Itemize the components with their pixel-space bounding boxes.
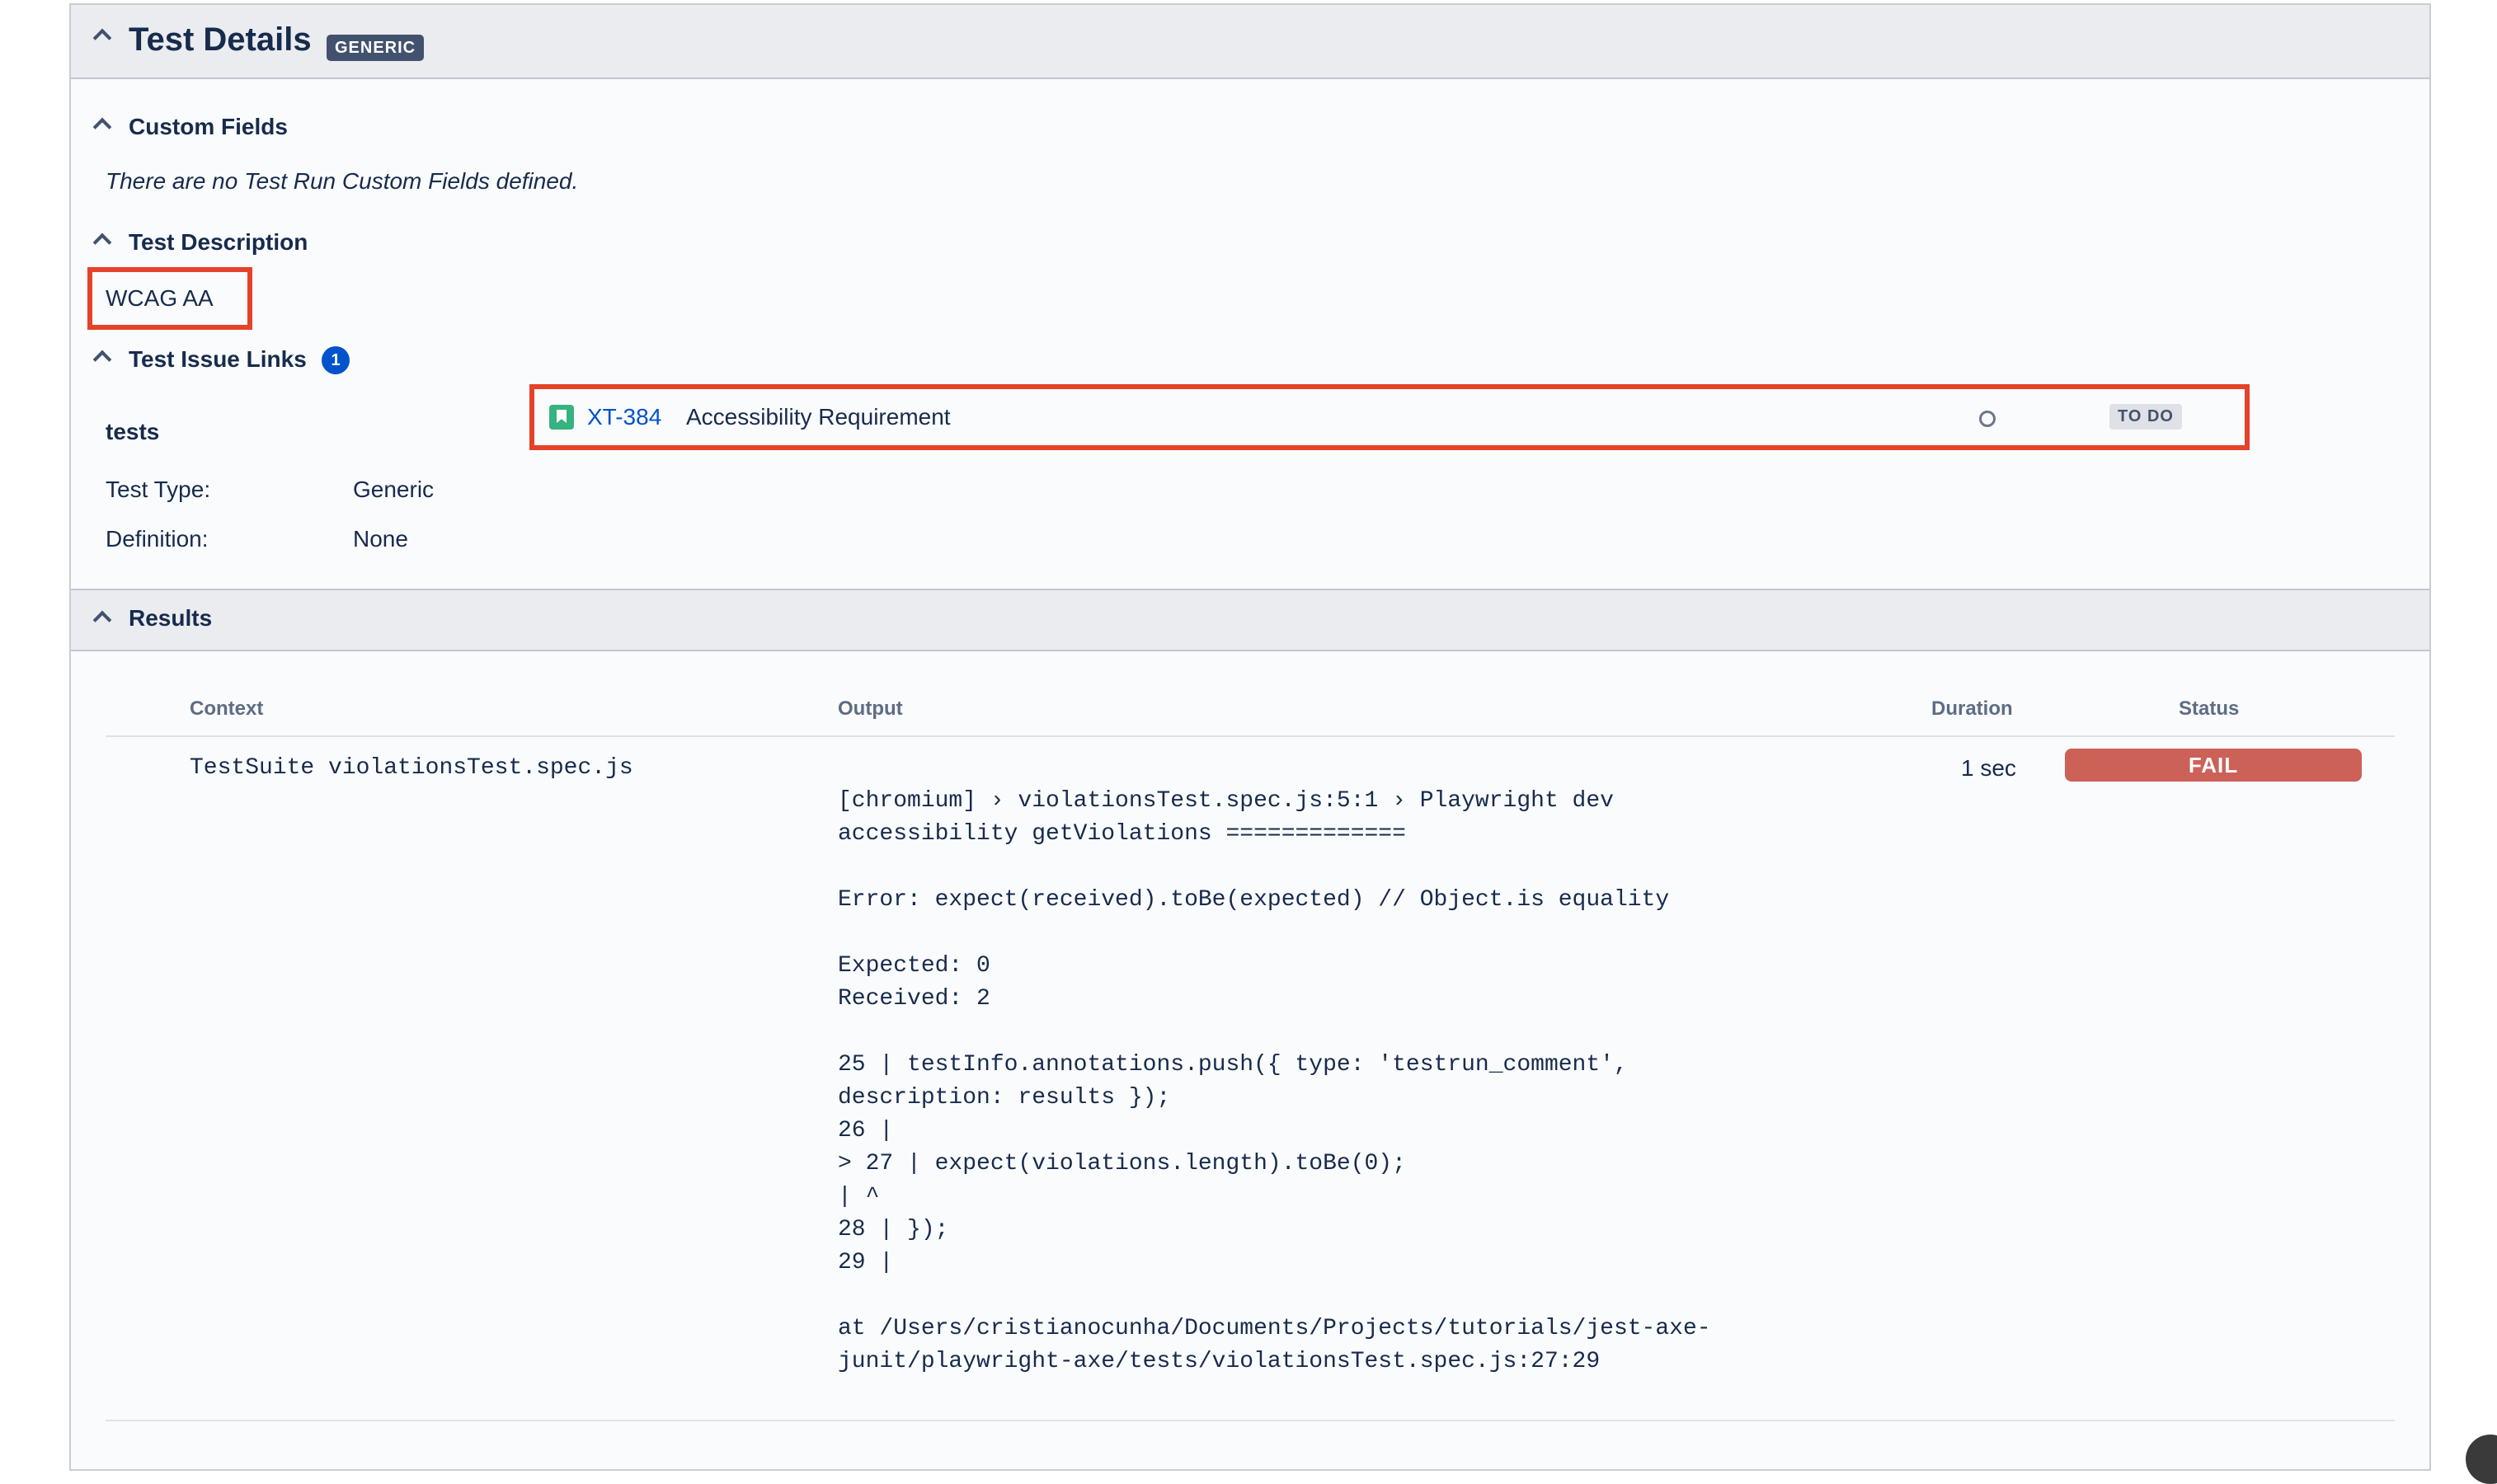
column-header-context[interactable]: Context — [190, 697, 263, 721]
output-line: Received: 2 — [838, 986, 990, 1012]
test-description-title[interactable]: Test Description — [129, 229, 308, 256]
output-line: description: results }); — [838, 1085, 1171, 1111]
results-title: Results — [129, 605, 213, 631]
output-line: 29 | — [838, 1250, 894, 1275]
issue-status-lozenge: TO DO — [2109, 404, 2182, 430]
output-line: at /Users/cristianocunha/Documents/Proje… — [838, 1316, 1711, 1341]
test-details-panel: Test Details GENERIC Custom Fields There… — [69, 3, 2431, 1471]
definition-label: Definition: — [106, 526, 209, 552]
output-line: accessibility getViolations ============… — [838, 821, 1406, 847]
chevron-up-icon[interactable] — [92, 28, 112, 48]
column-header-duration[interactable]: Duration — [1931, 697, 2013, 721]
result-context: TestSuite violationsTest.spec.js — [190, 755, 633, 781]
output-line: junit/playwright-axe/tests/violationsTes… — [838, 1349, 1601, 1374]
table-header-divider — [106, 735, 2395, 737]
column-header-status[interactable]: Status — [2179, 697, 2239, 721]
definition-value: None — [353, 526, 408, 552]
issue-link-row[interactable]: XT-384 Accessibility Requirement TO DO — [541, 394, 2240, 440]
result-output: [chromium] › violationsTest.spec.js:5:1 … — [838, 785, 1711, 1378]
chevron-up-icon[interactable] — [92, 350, 112, 369]
test-description-value: WCAG AA — [106, 285, 214, 311]
output-line: 25 | testInfo.annotations.push({ type: '… — [838, 1052, 1628, 1078]
issue-status-circle-icon — [1979, 411, 1996, 427]
story-bookmark-icon — [549, 405, 574, 430]
result-duration: 1 sec — [1961, 755, 2016, 781]
table-bottom-divider — [106, 1420, 2395, 1421]
test-type-label: Test Type: — [106, 477, 211, 502]
output-line: Error: expect(received).toBe(expected) /… — [838, 887, 1670, 913]
output-line: [chromium] › violationsTest.spec.js:5:1 … — [838, 788, 1614, 814]
chevron-up-icon[interactable] — [92, 232, 112, 252]
page-edge — [2451, 0, 2497, 1482]
custom-fields-empty-text: There are no Test Run Custom Fields defi… — [106, 168, 579, 194]
output-line: 26 | — [838, 1118, 894, 1144]
issue-links-count-badge: 1 — [322, 346, 350, 374]
issue-summary: Accessibility Requirement — [686, 404, 951, 430]
issue-links-group-label: tests — [106, 419, 160, 444]
issue-key-link[interactable]: XT-384 — [587, 404, 661, 430]
chevron-up-icon[interactable] — [92, 610, 112, 630]
column-header-output[interactable]: Output — [838, 697, 903, 721]
page-title: Test Details — [129, 21, 312, 58]
output-line: 28 | }); — [838, 1217, 949, 1242]
test-type-badge: GENERIC — [327, 35, 425, 61]
custom-fields-title[interactable]: Custom Fields — [129, 114, 288, 140]
test-issue-links-title[interactable]: Test Issue Links — [129, 346, 307, 373]
output-line: Expected: 0 — [838, 953, 990, 979]
test-type-value: Generic — [353, 477, 435, 502]
output-line: > 27 | expect(violations.length).toBe(0)… — [838, 1151, 1406, 1176]
result-status-lozenge: FAIL — [2065, 749, 2362, 782]
results-header[interactable]: Results — [71, 589, 2429, 651]
test-details-header[interactable]: Test Details GENERIC — [71, 5, 2429, 79]
chevron-up-icon[interactable] — [92, 117, 112, 137]
output-line: | ^ — [838, 1184, 880, 1209]
